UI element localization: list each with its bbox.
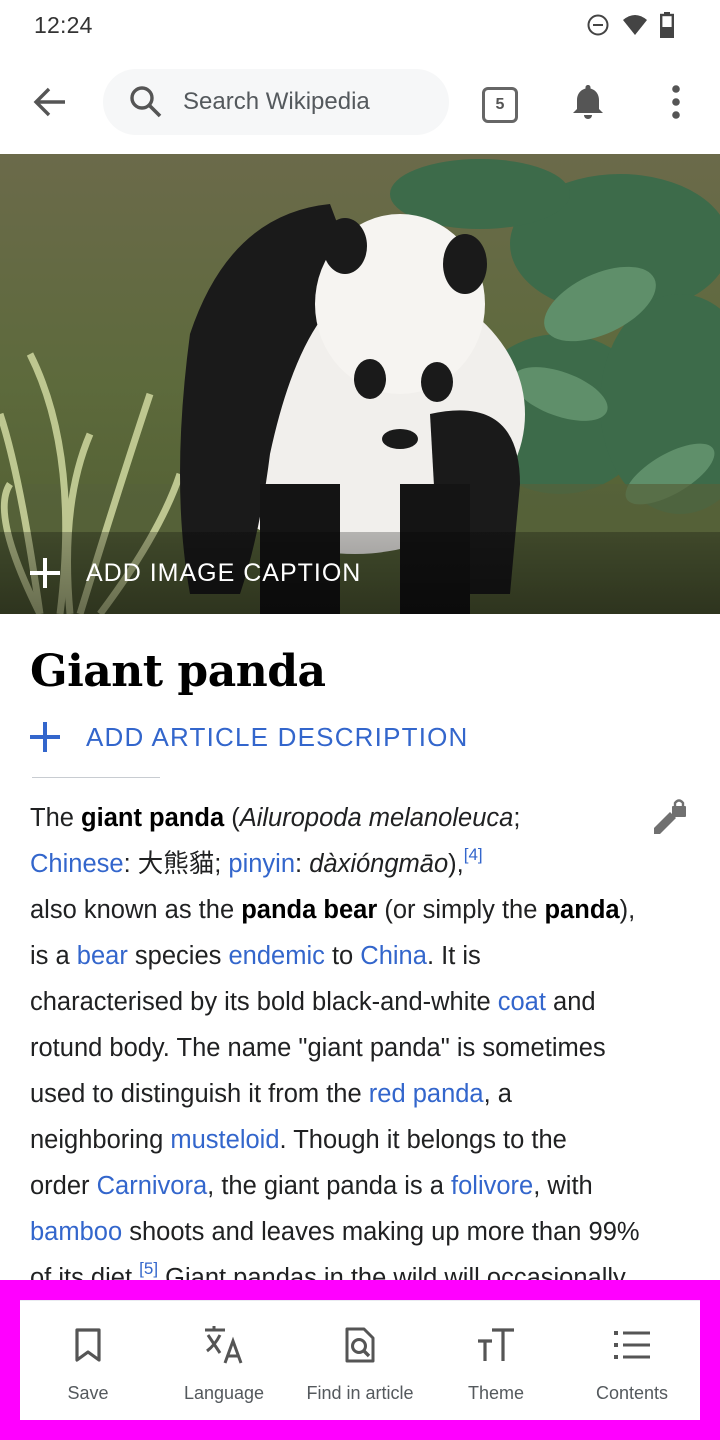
search-input[interactable]: Search Wikipedia (103, 69, 449, 135)
article-text: panda bear (241, 896, 378, 924)
bookmark-icon (66, 1323, 110, 1367)
article-link[interactable]: bamboo (30, 1218, 122, 1246)
article-link[interactable]: endemic (228, 942, 324, 970)
article-text: used to distinguish it from the (30, 1080, 369, 1108)
article-line: also known as the panda bear (or simply … (30, 887, 700, 933)
save-label: Save (67, 1383, 109, 1403)
article-text: , a (483, 1080, 512, 1108)
language-label: Language (183, 1383, 265, 1403)
article-line: bamboo shoots and leaves making up more … (30, 1209, 700, 1255)
article-link[interactable]: red panda (369, 1080, 484, 1108)
article-link[interactable]: Carnivora (97, 1172, 208, 1200)
status-bar: 12:24 (0, 0, 720, 52)
bell-icon (571, 83, 605, 126)
add-article-description-button[interactable]: ADD ARTICLE DESCRIPTION (30, 716, 469, 758)
lead-image[interactable]: ADD IMAGE CAPTION (0, 154, 720, 614)
add-article-description-label: ADD ARTICLE DESCRIPTION (86, 721, 469, 752)
find-in-page-icon (338, 1323, 382, 1367)
notifications-button[interactable] (568, 82, 608, 126)
article-line: used to distinguish it from the red pand… (30, 1071, 700, 1117)
article-text: Ailuropoda melanoleuca (239, 804, 514, 832)
tabs-count-button[interactable]: 5 (482, 87, 518, 123)
article-text: dàxióngmāo (309, 850, 449, 878)
page-title: Giant panda (30, 646, 326, 697)
article-text: . Though it belongs to the (279, 1126, 567, 1154)
article-line: The giant panda (Ailuropoda melanoleuca; (30, 795, 700, 841)
plus-icon (30, 722, 60, 752)
more-vertical-icon (671, 84, 681, 124)
more-options-button[interactable] (660, 82, 692, 126)
arrow-left-icon (33, 87, 67, 122)
article-text: giant panda (81, 804, 225, 832)
title-divider (32, 777, 160, 778)
find-in-article-label: Find in article (306, 1383, 414, 1403)
article-text: rotund body. The name "giant panda" is s… (30, 1034, 606, 1062)
article-text: neighboring (30, 1126, 171, 1154)
citation-link[interactable]: [4] (464, 845, 483, 864)
text-size-icon (474, 1323, 518, 1367)
status-time: 12:24 (34, 12, 93, 38)
article-text: ), (619, 896, 636, 924)
theme-button[interactable]: Theme (428, 1301, 564, 1420)
article-text: (or simply the (377, 896, 545, 924)
article-text: to (324, 942, 361, 970)
article-link[interactable]: Chinese (30, 850, 124, 878)
contents-button[interactable]: Contents (564, 1301, 700, 1420)
article-text: : 大熊貓; (123, 850, 229, 878)
article-text: also known as the (30, 896, 242, 924)
article-line: rotund body. The name "giant panda" is s… (30, 1025, 700, 1071)
search-icon (129, 85, 163, 119)
do-not-disturb-icon (586, 13, 610, 37)
contents-label: Contents (595, 1383, 669, 1403)
language-button[interactable]: Language (156, 1301, 292, 1420)
article-line: is a bear species endemic to China. It i… (30, 933, 700, 979)
add-image-caption-label: ADD IMAGE CAPTION (86, 558, 362, 587)
article-text: species (127, 942, 229, 970)
save-button[interactable]: Save (20, 1301, 156, 1420)
article-line: order Carnivora, the giant panda is a fo… (30, 1163, 700, 1209)
find-in-article-button[interactable]: Find in article (292, 1301, 428, 1420)
article-link[interactable]: pinyin (228, 850, 295, 878)
article-text: ; (513, 804, 521, 832)
article-link[interactable]: China (360, 942, 427, 970)
article-text: : (295, 850, 310, 878)
article-link[interactable]: bear (77, 942, 128, 970)
citation-link[interactable]: [5] (139, 1259, 158, 1278)
plus-icon (30, 558, 60, 588)
article-line: Chinese: 大熊貓; pinyin: dàxióngmāo),[4] (30, 841, 700, 887)
article-text: , the giant panda is a (207, 1172, 452, 1200)
article-line: neighboring musteloid. Though it belongs… (30, 1117, 700, 1163)
article-text: . It is (426, 942, 481, 970)
article-text: The (30, 804, 82, 832)
article-text: shoots and leaves making up more than 99… (122, 1218, 640, 1246)
status-icons (586, 12, 674, 38)
edit-section-button[interactable] (650, 798, 690, 838)
list-icon (610, 1323, 654, 1367)
battery-icon (660, 12, 674, 38)
article-text: is a (30, 942, 77, 970)
add-image-caption-button[interactable]: ADD IMAGE CAPTION (0, 532, 720, 614)
article-text: characterised by its bold black-and-whit… (30, 988, 498, 1016)
article-text: order (30, 1172, 97, 1200)
bottom-action-bar: Save Language Find in article Theme Cont… (20, 1300, 700, 1420)
article-text: ( (224, 804, 240, 832)
article-text: , with (533, 1172, 593, 1200)
back-button[interactable] (26, 82, 74, 126)
toolbar: Search Wikipedia 5 (0, 60, 720, 148)
article-text: panda (544, 896, 620, 924)
article-body: The giant panda (Ailuropoda melanoleuca;… (30, 795, 700, 1285)
wifi-icon (622, 13, 648, 37)
article-link[interactable]: musteloid (170, 1126, 279, 1154)
search-placeholder: Search Wikipedia (183, 88, 370, 115)
article-line: characterised by its bold black-and-whit… (30, 979, 700, 1025)
translate-icon (202, 1323, 246, 1367)
article-link[interactable]: coat (498, 988, 546, 1016)
article-text: ), (448, 850, 464, 878)
article-text: and (545, 988, 596, 1016)
theme-label: Theme (467, 1383, 525, 1403)
article-link[interactable]: folivore (451, 1172, 533, 1200)
edit-locked-icon (650, 799, 690, 842)
